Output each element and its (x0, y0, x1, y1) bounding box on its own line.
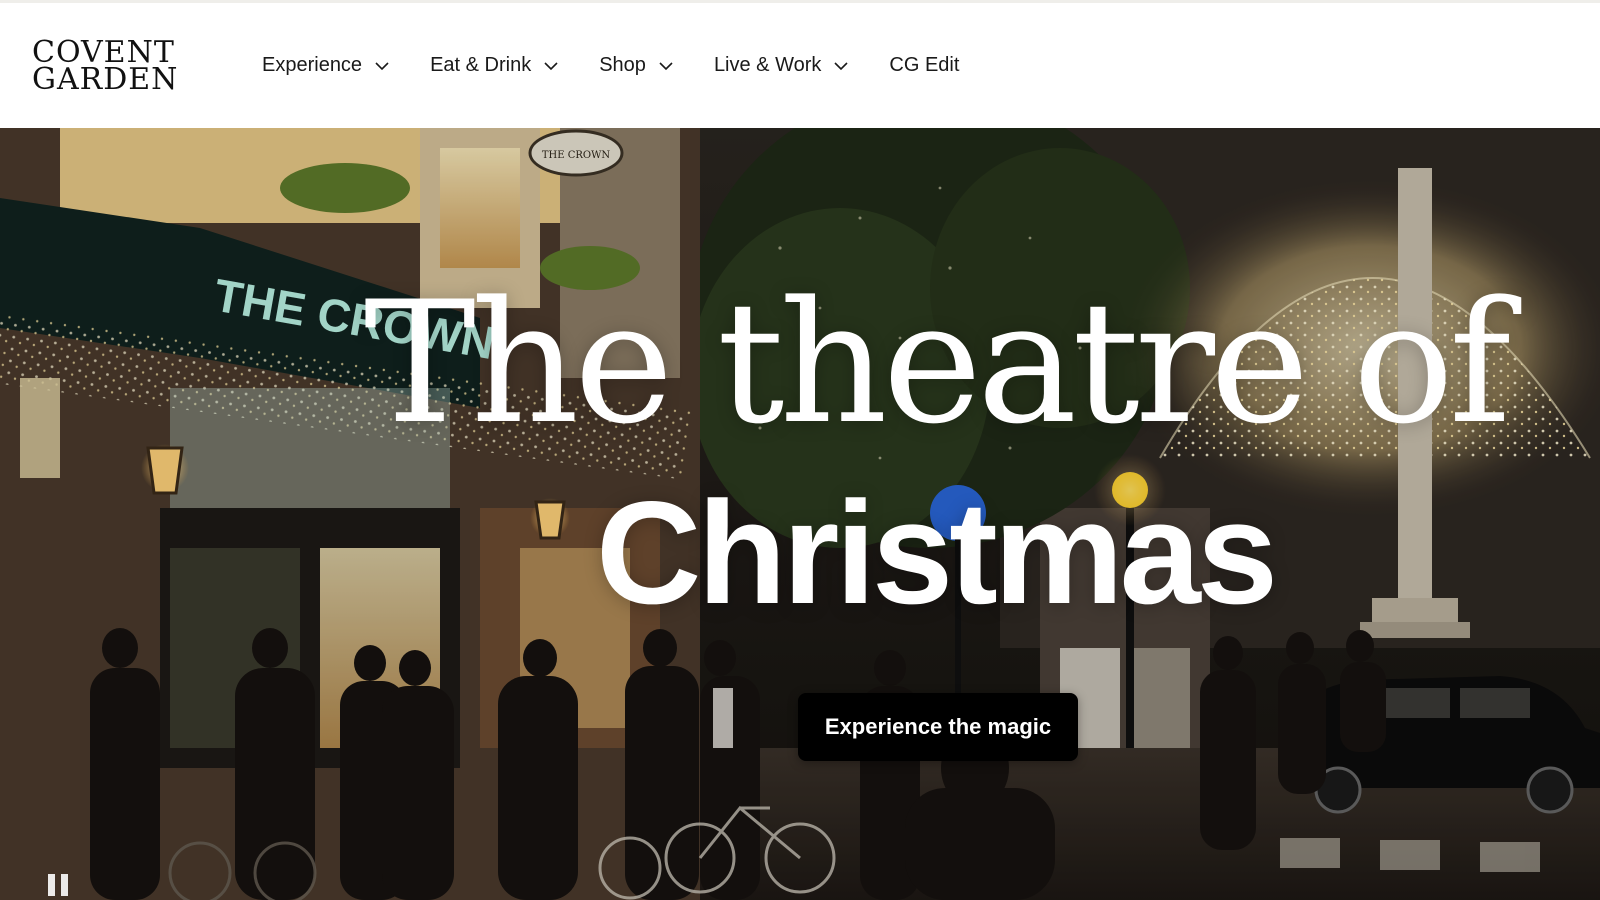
nav-item-shop[interactable]: Shop (599, 46, 674, 86)
nav-item-label: Live & Work (713, 54, 822, 76)
chevron-down-icon (374, 58, 390, 74)
nav-item-experience[interactable]: Experience (262, 46, 390, 86)
site-header: Covent Garden Experience Eat & Drink Sho… (0, 3, 1600, 128)
hero-title-line-1: The theatre of (363, 265, 1511, 461)
nav-item-live-work[interactable]: Live & Work (714, 46, 849, 86)
logo-line-2: Garden (32, 61, 179, 97)
nav-item-cg-edit[interactable]: CG Edit (889, 46, 959, 86)
covent-garden-logo[interactable]: Covent Garden (32, 37, 180, 97)
hero-banner: THE CROWN THE CROWN The theatre of Chris… (0, 128, 1600, 900)
chevron-down-icon (658, 58, 674, 74)
hero-title-line-2: Christmas (595, 471, 1278, 634)
experience-the-magic-button[interactable]: Experience the magic (798, 693, 1078, 761)
page: Covent Garden Experience Eat & Drink Sho… (0, 0, 1600, 900)
chevron-down-icon (543, 58, 559, 74)
nav-item-label: Eat & Drink (430, 54, 532, 76)
pause-bar-right (61, 874, 68, 896)
nav-item-label: CG Edit (889, 54, 960, 76)
pause-icon[interactable] (46, 874, 74, 896)
pause-bar-left (48, 874, 55, 896)
main-nav: Experience Eat & Drink Shop Live & Work (262, 3, 999, 128)
nav-item-label: Shop (599, 54, 646, 76)
chevron-down-icon (833, 58, 849, 74)
nav-item-label: Experience (262, 54, 363, 76)
nav-item-eat-drink[interactable]: Eat & Drink (430, 46, 559, 86)
